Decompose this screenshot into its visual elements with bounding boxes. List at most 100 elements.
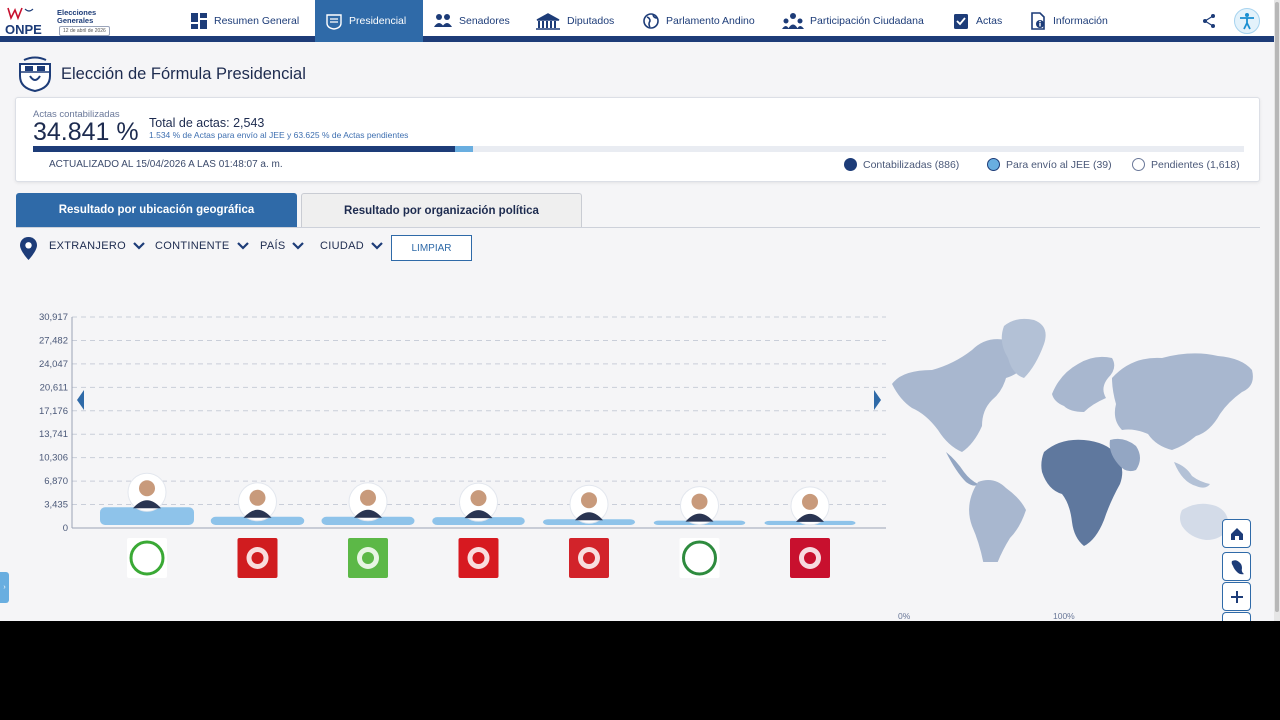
map-zoom-in-button[interactable] <box>1222 582 1251 611</box>
progress-jee <box>454 146 474 152</box>
central-america-shape[interactable] <box>946 452 978 486</box>
filter-label: PAÍS <box>260 240 286 252</box>
map-home-button[interactable] <box>1222 519 1251 548</box>
map-scale-min: 0% <box>898 611 911 621</box>
page-title: Elección de Fórmula Presidencial <box>61 65 306 83</box>
filter-label: CIUDAD <box>320 240 364 252</box>
y-tick-label: 17,176 <box>39 406 68 417</box>
top-navigation: ONPE Elecciones Generales 12 de abril de… <box>0 0 1274 42</box>
nav-label: Información <box>1053 15 1108 27</box>
map-zoom-out-button[interactable] <box>1222 612 1251 621</box>
chart-party-logos <box>127 538 830 578</box>
party-logo-mark <box>804 552 816 564</box>
chevron-down-icon <box>371 242 383 250</box>
app-screen: ONPE Elecciones Generales 12 de abril de… <box>0 0 1280 621</box>
filter-extranjero[interactable]: EXTRANJERO <box>49 240 145 252</box>
world-map[interactable] <box>884 312 1256 562</box>
logo-text: ONPE <box>5 22 42 37</box>
filter-label: CONTINENTE <box>155 240 230 252</box>
progress-contabilizadas <box>33 146 455 152</box>
nav-diputados[interactable]: Diputados <box>535 0 614 42</box>
y-tick-label: 30,917 <box>39 312 68 323</box>
nav-presidencial[interactable]: Presidencial <box>315 0 423 42</box>
nav-label: Participación Ciudadana <box>810 15 924 27</box>
y-tick-label: 0 <box>63 523 68 534</box>
actas-progress-bar <box>33 146 1244 152</box>
chevron-down-icon <box>292 242 305 250</box>
citizens-icon <box>782 13 804 29</box>
accessibility-icon <box>1240 13 1254 30</box>
y-tick-label: 20,611 <box>40 382 68 393</box>
tab-ubicacion-geografica[interactable]: Resultado por ubicación geográfica <box>16 193 297 227</box>
candidate-face <box>470 490 487 507</box>
australia-shape[interactable] <box>1180 503 1229 540</box>
jee-note: 1.534 % de Actas para envío al JEE y 63.… <box>149 130 409 140</box>
party-logo-mark <box>583 552 595 564</box>
tabs-divider <box>16 227 1260 228</box>
south-america-shape[interactable] <box>969 480 1026 562</box>
legend-label: Pendientes (1,618) <box>1151 158 1240 171</box>
nav-label: Parlamento Andino <box>666 15 755 27</box>
nav-label: Actas <box>976 15 1003 27</box>
nav-participacion-ciudadana[interactable]: Participación Ciudadana <box>782 0 924 42</box>
africa-shape[interactable] <box>1041 439 1123 546</box>
party-logo-mark <box>362 552 374 564</box>
side-panel-handle[interactable]: › <box>0 572 9 603</box>
chevron-down-icon <box>133 242 145 250</box>
home-icon <box>1230 527 1243 540</box>
filter-ciudad[interactable]: CIUDAD <box>320 240 383 252</box>
onpe-logo[interactable]: ONPE Elecciones Generales 12 de abril de… <box>5 4 115 38</box>
nav-senadores[interactable]: Senadores <box>433 0 510 42</box>
chart-next-arrow-icon[interactable] <box>873 389 882 411</box>
legend-label: Para envío al JEE (39) <box>1006 158 1112 171</box>
candidate-face <box>581 492 597 509</box>
map-scale-max: 100% <box>1053 611 1075 621</box>
candidate-face <box>691 493 708 510</box>
chevron-down-icon <box>236 242 249 250</box>
legend-dot <box>1132 158 1145 171</box>
accessibility-button[interactable] <box>1234 8 1260 34</box>
europe-shape[interactable] <box>1052 356 1115 412</box>
candidate-face <box>139 480 155 497</box>
nav-parlamento-andino[interactable]: Parlamento Andino <box>642 0 755 42</box>
scrollbar-thumb[interactable] <box>1275 2 1279 612</box>
tab-organizacion-politica[interactable]: Resultado por organización política <box>301 193 582 227</box>
clipboard-check-icon <box>954 14 968 29</box>
peru-map-icon <box>1231 559 1244 574</box>
party-logo[interactable] <box>127 538 167 578</box>
legend-jee: Para envío al JEE (39) <box>987 158 1112 171</box>
candidate-face <box>360 489 376 506</box>
y-tick-label: 27,482 <box>39 335 68 346</box>
asia-shape[interactable] <box>1112 353 1253 450</box>
dashboard-icon <box>191 13 207 29</box>
results-bar-chart: 30,917 27,482 24,047 20,611 17,176 13,741 10,3… <box>39 312 886 578</box>
y-tick-label: 24,047 <box>39 359 68 370</box>
chart-y-axis: 30,917 27,482 24,047 20,611 17,176 13,741 10,3… <box>39 312 73 534</box>
nav-resumen-general[interactable]: Resumen General <box>190 0 299 42</box>
candidate-face <box>802 493 818 510</box>
map-peru-button[interactable] <box>1222 552 1251 581</box>
location-pin-icon <box>20 237 37 260</box>
info-document-icon <box>1031 12 1045 30</box>
candidate-face <box>249 489 266 506</box>
legend-pendientes: Pendientes (1,618) <box>1132 158 1240 171</box>
legend-dot <box>987 158 1000 171</box>
party-logo-mark <box>472 552 485 564</box>
filter-continente[interactable]: CONTINENTE <box>155 240 249 252</box>
summary-card: Actas contabilizadas 34.841 % Total de a… <box>15 97 1260 182</box>
nav-informacion[interactable]: Información <box>1029 0 1108 42</box>
nav-label: Diputados <box>567 15 615 27</box>
election-date: 12 de abril de 2026 <box>59 26 110 36</box>
party-logo[interactable] <box>679 538 720 578</box>
globe-americas-icon <box>643 13 659 29</box>
scrollbar[interactable] <box>1274 0 1280 621</box>
clear-filters-button[interactable]: LIMPIAR <box>391 235 472 261</box>
zoom-in-icon <box>1230 590 1243 603</box>
national-emblem-icon <box>19 56 51 92</box>
share-icon[interactable] <box>1201 13 1217 29</box>
filter-pais[interactable]: PAÍS <box>260 240 305 252</box>
southeast-asia-shape[interactable] <box>1174 462 1210 488</box>
nav-actas[interactable]: Actas <box>952 0 1002 42</box>
chart-prev-arrow-icon[interactable] <box>76 389 85 411</box>
congress-building-icon <box>536 13 560 30</box>
